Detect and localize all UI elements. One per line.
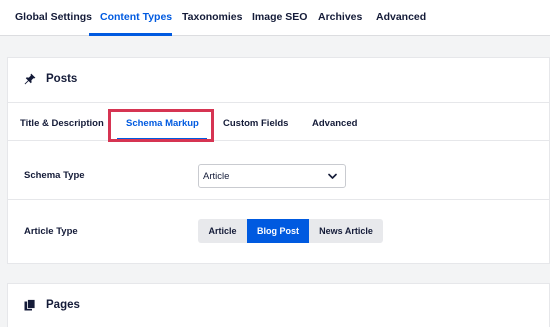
posts-panel: Posts Title & Description Schema Markup …	[7, 57, 550, 264]
chevron-down-icon	[328, 173, 337, 179]
tab-taxonomies[interactable]: Taxonomies	[182, 11, 243, 23]
posts-panel-title: Posts	[46, 73, 78, 85]
tab-content-types[interactable]: Content Types	[100, 11, 172, 23]
active-tab-indicator	[89, 33, 172, 36]
schema-type-label: Schema Type	[24, 170, 85, 181]
article-type-option-article[interactable]: Article	[198, 219, 247, 243]
subtab-title-description[interactable]: Title & Description	[20, 118, 104, 129]
top-nav: Global Settings Content Types Taxonomies…	[0, 0, 550, 36]
subtab-schema-markup[interactable]: Schema Markup	[126, 118, 199, 129]
row-divider	[8, 199, 549, 200]
tab-global-settings[interactable]: Global Settings	[15, 11, 92, 23]
tab-image-seo[interactable]: Image SEO	[252, 11, 307, 23]
schema-type-value: Article	[203, 171, 230, 182]
article-type-option-news-article[interactable]: News Article	[309, 219, 383, 243]
posts-panel-header[interactable]: Posts	[8, 58, 549, 102]
pages-panel-title: Pages	[46, 299, 80, 311]
posts-subtabs: Title & Description Schema Markup Custom…	[8, 102, 549, 141]
pages-icon	[24, 299, 36, 311]
tab-archives[interactable]: Archives	[318, 11, 362, 23]
subtab-advanced[interactable]: Advanced	[312, 118, 357, 129]
article-type-label: Article Type	[24, 226, 78, 237]
pages-panel-header[interactable]: Pages	[8, 284, 549, 327]
schema-type-select[interactable]: Article	[198, 164, 346, 188]
active-subtab-indicator	[117, 138, 207, 140]
pages-panel: Pages	[7, 283, 550, 327]
subtab-custom-fields[interactable]: Custom Fields	[223, 118, 288, 129]
tab-advanced[interactable]: Advanced	[376, 11, 426, 23]
article-type-option-blog-post[interactable]: Blog Post	[247, 219, 309, 243]
pin-icon	[24, 73, 36, 85]
